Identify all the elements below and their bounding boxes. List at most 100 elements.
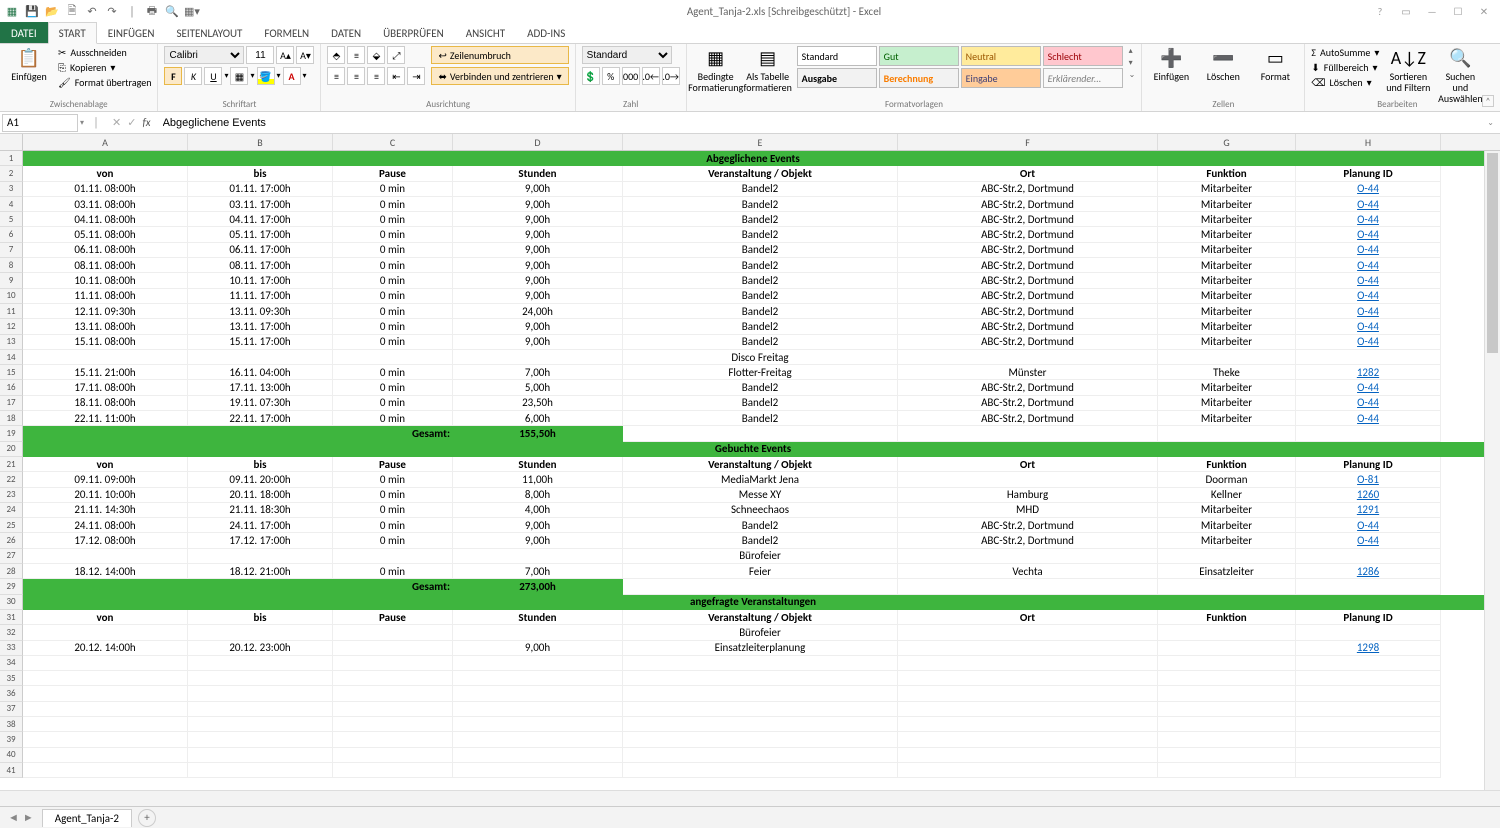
cell[interactable]: 0 min bbox=[333, 335, 453, 350]
add-sheet-button[interactable]: + bbox=[138, 809, 156, 827]
cell[interactable] bbox=[333, 350, 453, 365]
column-header-E[interactable]: E bbox=[623, 134, 898, 150]
cell[interactable]: Funktion bbox=[1158, 457, 1296, 472]
cell[interactable] bbox=[623, 426, 898, 441]
cell[interactable]: Bürofeier bbox=[623, 625, 898, 640]
cell[interactable]: Schneechaos bbox=[623, 503, 898, 518]
cell[interactable]: 9,00h bbox=[453, 182, 623, 197]
cell[interactable] bbox=[623, 748, 898, 763]
cell[interactable]: 21.11. 18:30h bbox=[188, 503, 333, 518]
cell[interactable]: Bandel2 bbox=[623, 335, 898, 350]
cell[interactable]: O-44 bbox=[1296, 227, 1441, 242]
cell[interactable] bbox=[23, 732, 188, 747]
cell[interactable]: 11.11. 17:00h bbox=[188, 289, 333, 304]
cell[interactable] bbox=[898, 350, 1158, 365]
cell[interactable]: O-44 bbox=[1296, 411, 1441, 426]
cell[interactable]: 05.11. 17:00h bbox=[188, 227, 333, 242]
align-bottom-button[interactable]: ⬙ bbox=[367, 46, 385, 64]
increase-decimal-button[interactable]: .0← bbox=[642, 67, 660, 85]
cell[interactable] bbox=[453, 717, 623, 732]
cell[interactable]: 15.11. 08:00h bbox=[23, 335, 188, 350]
cell[interactable]: Bandel2 bbox=[623, 212, 898, 227]
cell[interactable]: ABC-Str.2, Dortmund bbox=[898, 411, 1158, 426]
row-header[interactable]: 13 bbox=[0, 335, 23, 350]
row-header[interactable]: 1 bbox=[0, 151, 23, 166]
cell[interactable] bbox=[188, 549, 333, 564]
clear-button[interactable]: ⌫Löschen▾ bbox=[1311, 76, 1379, 89]
number-format-dropdown[interactable]: Standard bbox=[582, 46, 672, 64]
cell[interactable]: 03.11. 08:00h bbox=[23, 197, 188, 212]
align-center-button[interactable]: ≡ bbox=[347, 67, 365, 85]
formula-input[interactable] bbox=[157, 117, 1482, 129]
cell[interactable] bbox=[333, 686, 453, 701]
cell[interactable] bbox=[623, 702, 898, 717]
cell[interactable]: 9,00h bbox=[453, 243, 623, 258]
style-eingabe[interactable]: Eingabe bbox=[961, 68, 1041, 88]
cell[interactable] bbox=[453, 748, 623, 763]
cell[interactable]: 9,00h bbox=[453, 533, 623, 548]
cell[interactable]: O-44 bbox=[1296, 289, 1441, 304]
conditional-format-button[interactable]: ▦Bedingte Formatierung bbox=[693, 46, 739, 93]
cell[interactable] bbox=[1296, 702, 1441, 717]
cell[interactable]: Bandel2 bbox=[623, 289, 898, 304]
row-header[interactable]: 35 bbox=[0, 671, 23, 686]
cell[interactable] bbox=[188, 579, 333, 594]
cell[interactable]: 5,00h bbox=[453, 380, 623, 395]
cell[interactable] bbox=[333, 702, 453, 717]
cell[interactable] bbox=[188, 732, 333, 747]
style-erklaerend[interactable]: Erklärender... bbox=[1043, 68, 1123, 88]
cell[interactable]: 01.11. 08:00h bbox=[23, 182, 188, 197]
cell[interactable]: 17.12. 17:00h bbox=[188, 533, 333, 548]
cell[interactable] bbox=[188, 426, 333, 441]
cell[interactable] bbox=[333, 763, 453, 778]
row-header[interactable]: 33 bbox=[0, 641, 23, 656]
style-neutral[interactable]: Neutral bbox=[961, 46, 1041, 66]
qat-preview-icon[interactable]: 🔍 bbox=[164, 3, 180, 19]
cell[interactable] bbox=[188, 656, 333, 671]
cell[interactable] bbox=[623, 656, 898, 671]
row-header[interactable]: 16 bbox=[0, 380, 23, 395]
cell[interactable]: Doorman bbox=[1158, 472, 1296, 487]
style-berechnung[interactable]: Berechnung bbox=[879, 68, 959, 88]
paste-button[interactable]: 📋 Einfügen bbox=[6, 46, 52, 82]
cell[interactable]: von bbox=[23, 610, 188, 625]
cell[interactable]: O-44 bbox=[1296, 533, 1441, 548]
align-middle-button[interactable]: ≡ bbox=[347, 46, 365, 64]
section-title[interactable]: Abgeglichene Events bbox=[23, 151, 1484, 166]
cell[interactable]: Gesamt: bbox=[333, 579, 453, 594]
cell[interactable]: 0 min bbox=[333, 472, 453, 487]
column-header-F[interactable]: F bbox=[898, 134, 1158, 150]
cell[interactable]: Pause bbox=[333, 457, 453, 472]
cell[interactable] bbox=[188, 702, 333, 717]
cell[interactable] bbox=[453, 686, 623, 701]
cell[interactable]: 24.11. 08:00h bbox=[23, 518, 188, 533]
cell[interactable]: 01.11. 17:00h bbox=[188, 182, 333, 197]
cell[interactable]: 0 min bbox=[333, 258, 453, 273]
close-button[interactable]: ✕ bbox=[1472, 3, 1496, 19]
cell[interactable] bbox=[1158, 549, 1296, 564]
cell[interactable]: 9,00h bbox=[453, 518, 623, 533]
tab-formeln[interactable]: FORMELN bbox=[253, 22, 320, 43]
cell[interactable]: 0 min bbox=[333, 227, 453, 242]
cell[interactable]: Stunden bbox=[453, 457, 623, 472]
qat-new-icon[interactable]: 🗎 bbox=[64, 3, 80, 19]
cell[interactable]: ABC-Str.2, Dortmund bbox=[898, 380, 1158, 395]
qat-pivot-icon[interactable]: ▦▾ bbox=[184, 3, 200, 19]
cell[interactable]: 0 min bbox=[333, 243, 453, 258]
cell[interactable]: 04.11. 17:00h bbox=[188, 212, 333, 227]
cell[interactable]: 6,00h bbox=[453, 411, 623, 426]
cell[interactable]: 1282 bbox=[1296, 365, 1441, 380]
cell[interactable]: 17.12. 08:00h bbox=[23, 533, 188, 548]
cell[interactable]: ABC-Str.2, Dortmund bbox=[898, 289, 1158, 304]
cell[interactable] bbox=[623, 732, 898, 747]
copy-button[interactable]: ⎘Kopieren▾ bbox=[58, 61, 151, 74]
cell[interactable]: 9,00h bbox=[453, 212, 623, 227]
fill-color-button[interactable]: 🪣 bbox=[257, 67, 275, 85]
cell[interactable]: O-44 bbox=[1296, 518, 1441, 533]
cell[interactable]: 21.11. 14:30h bbox=[23, 503, 188, 518]
cell[interactable] bbox=[1296, 748, 1441, 763]
cell[interactable]: Einsatzleiterplanung bbox=[623, 641, 898, 656]
cell[interactable]: MHD bbox=[898, 503, 1158, 518]
cell[interactable]: Mitarbeiter bbox=[1158, 533, 1296, 548]
cell[interactable]: Mitarbeiter bbox=[1158, 212, 1296, 227]
